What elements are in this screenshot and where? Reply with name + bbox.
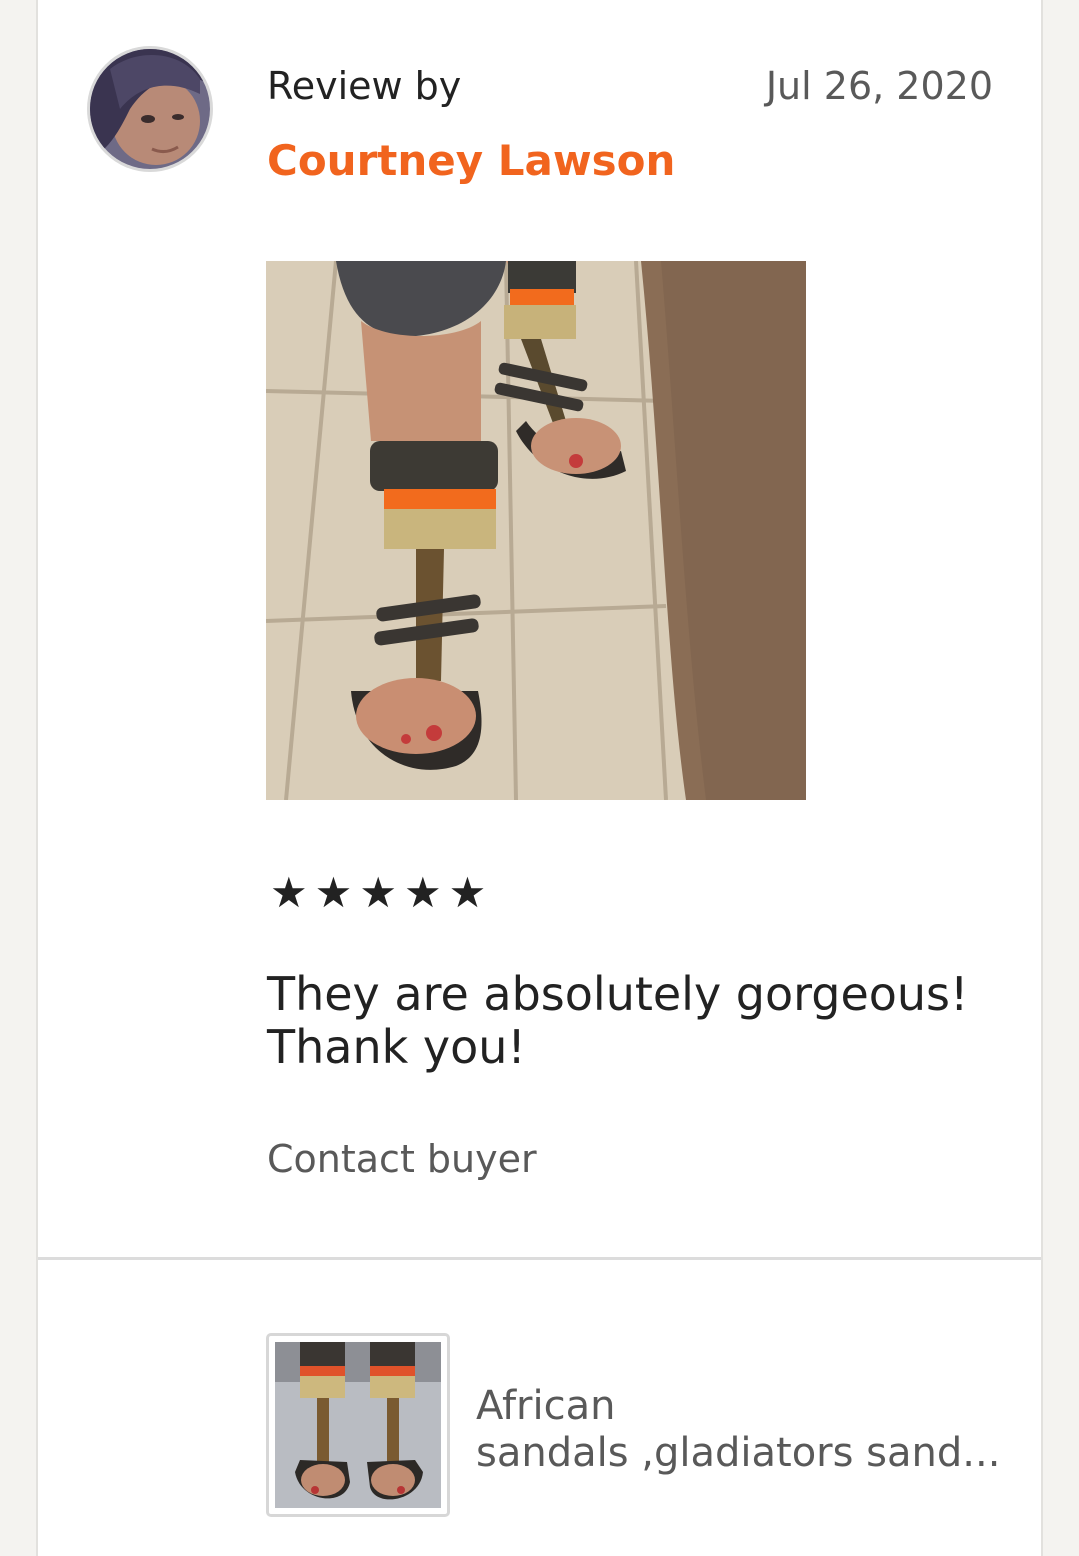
star-icon: ★: [359, 868, 397, 917]
listing-title-link[interactable]: African sandals ,gladiators sand...: [476, 1383, 1006, 1477]
review-text-line: They are absolutely gorgeous!: [267, 967, 969, 1021]
star-icon: ★: [403, 868, 442, 917]
rating-stars: ★ ★ ★ ★ ★: [270, 872, 486, 914]
review-photo[interactable]: [266, 261, 806, 800]
review-card: Review by Courtney Lawson Jul 26, 2020 ★…: [36, 0, 1043, 1556]
review-date: Jul 26, 2020: [765, 64, 993, 108]
reviewer-name-link[interactable]: Courtney Lawson: [267, 136, 675, 185]
review-by-label: Review by: [267, 64, 462, 108]
divider: [38, 1257, 1041, 1260]
reviewer-avatar[interactable]: [87, 46, 213, 172]
star-icon: ★: [448, 868, 487, 917]
review-text: They are absolutely gorgeous! Thank you!: [267, 968, 1007, 1074]
star-icon: ★: [270, 868, 308, 917]
listing-thumbnail[interactable]: [266, 1333, 450, 1517]
star-icon: ★: [314, 868, 353, 917]
contact-buyer-link[interactable]: Contact buyer: [267, 1137, 537, 1181]
listing-title-line: sandals ,gladiators sand...: [476, 1430, 1001, 1476]
review-text-line: Thank you!: [267, 1020, 526, 1074]
listing-title-line: African: [476, 1383, 616, 1429]
